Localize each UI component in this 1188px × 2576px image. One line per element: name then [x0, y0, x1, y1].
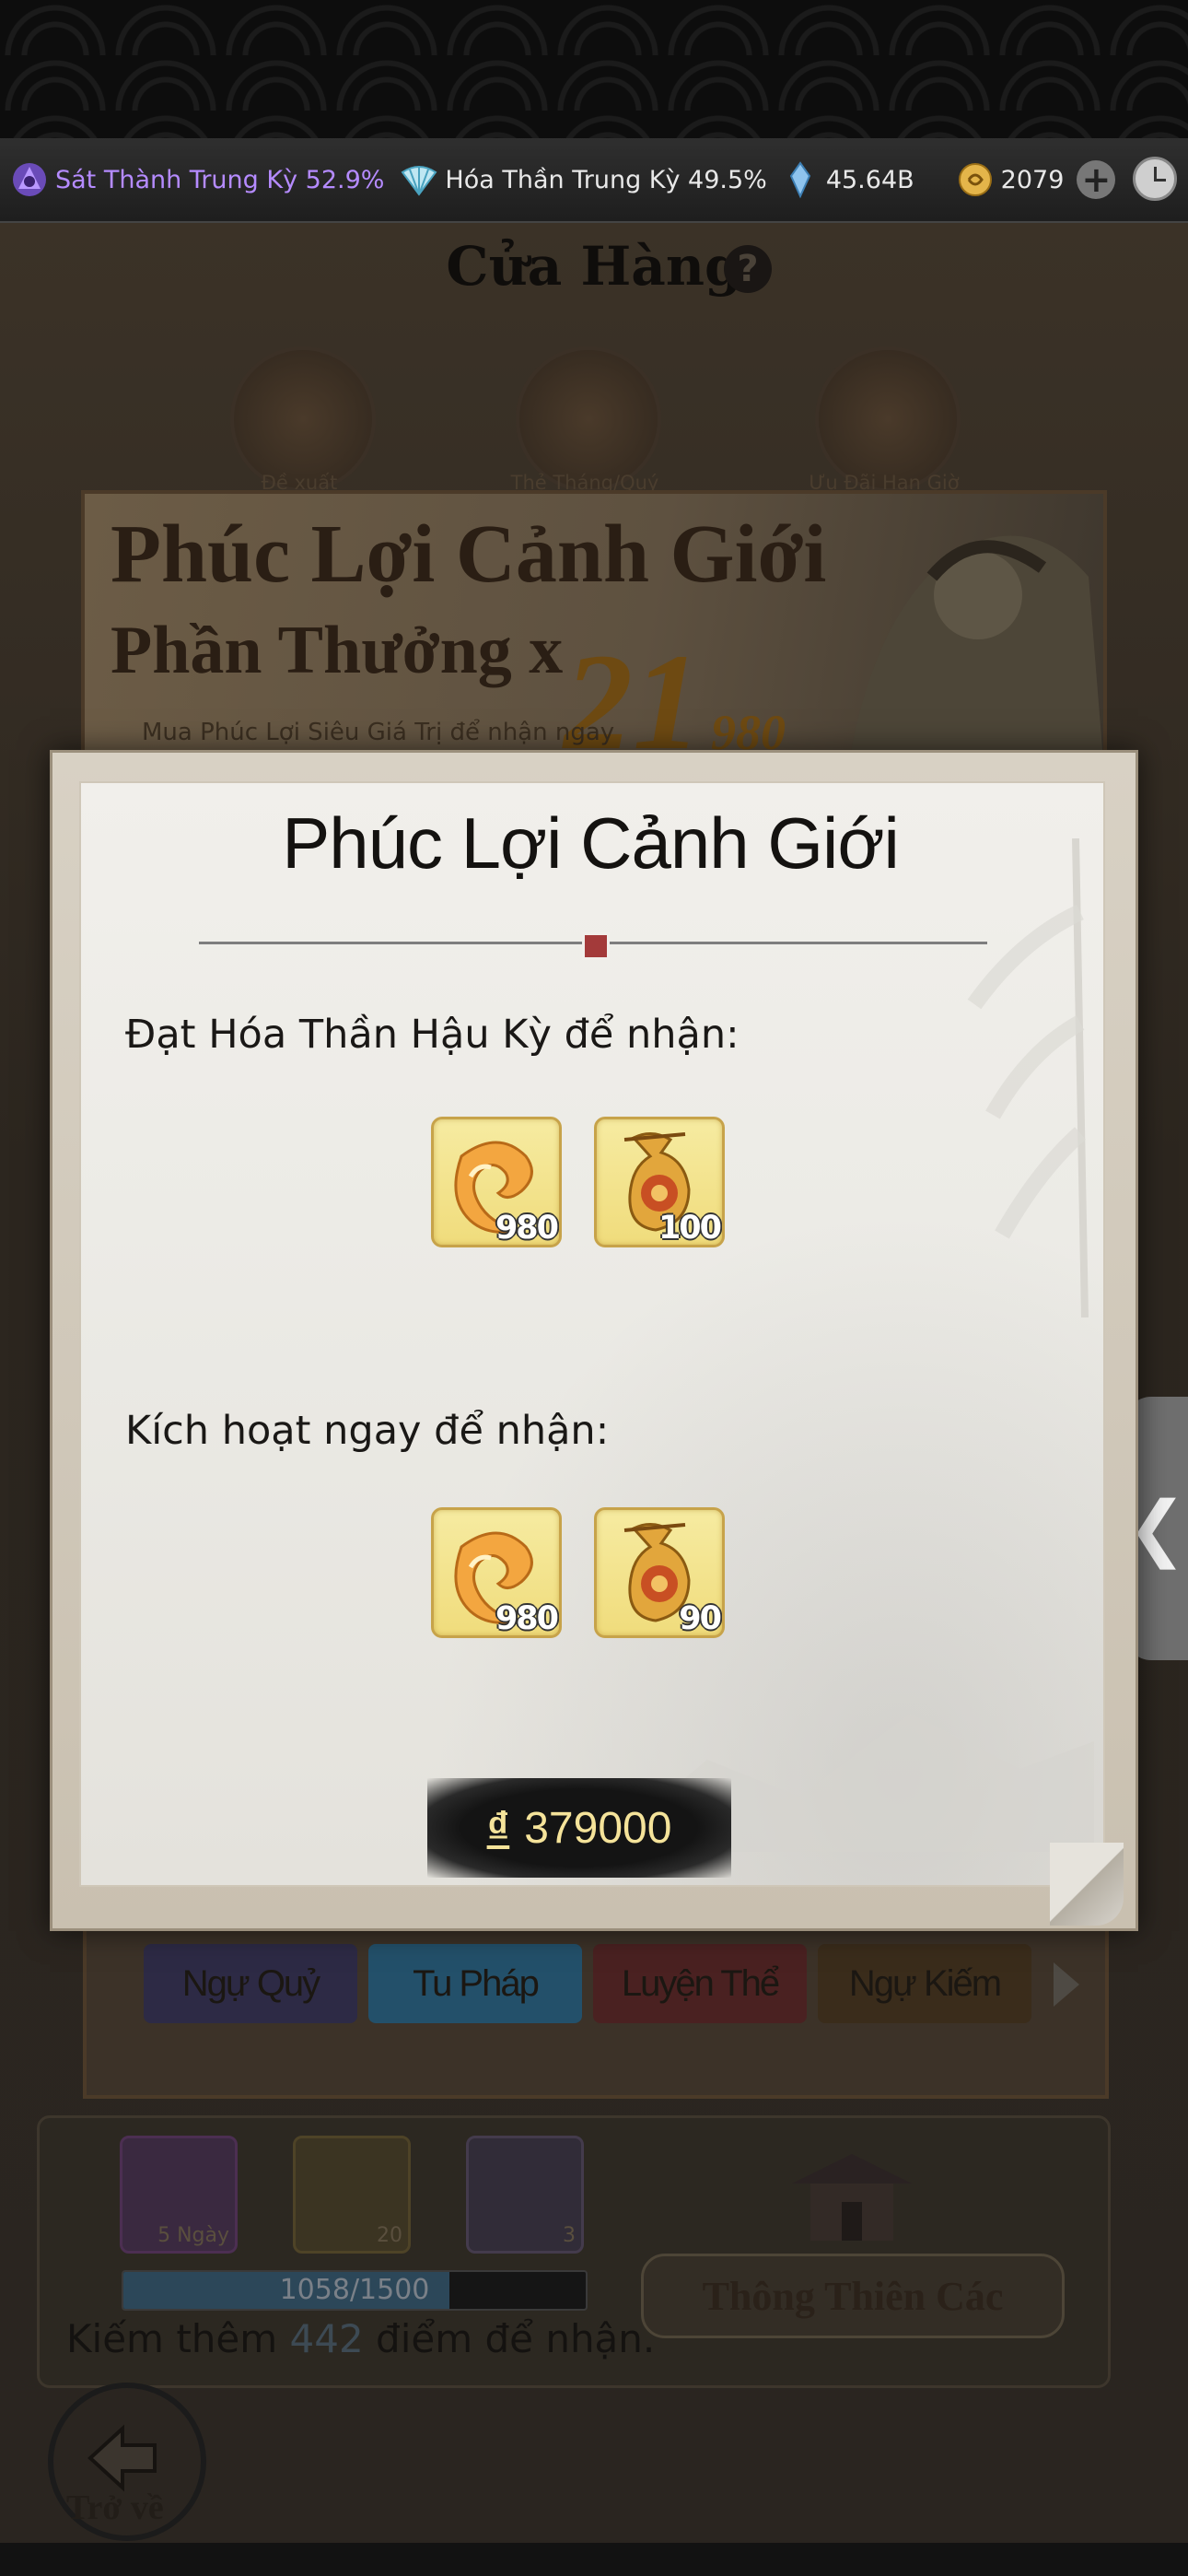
- reward-count: 980: [495, 1600, 559, 1637]
- points-reward-stone-icon[interactable]: 3: [466, 2136, 584, 2254]
- category-tu-phap[interactable]: Tu Pháp: [368, 1944, 582, 2023]
- bottom-decor-pattern: [0, 2543, 1188, 2576]
- reward-item[interactable]: 100: [594, 1117, 725, 1247]
- buy-button[interactable]: ₫ 379000: [427, 1778, 731, 1878]
- help-icon[interactable]: ?: [724, 245, 772, 293]
- points-hint: Kiếm thêm 442 điểm để nhận.: [66, 2316, 655, 2361]
- seal-icon: [582, 932, 610, 960]
- back-arrow-icon: [87, 2424, 157, 2492]
- banner-reward-line: Phần Thưởng x: [111, 613, 564, 688]
- realm2-text: Hóa Thần Trung Kỳ 49.5%: [445, 165, 767, 194]
- currency-symbol: ₫: [486, 1803, 510, 1853]
- section2-label: Kích hoạt ngay để nhận:: [125, 1408, 610, 1454]
- clock-icon[interactable]: [1133, 157, 1177, 201]
- page-curl-decor: [1050, 1843, 1124, 1926]
- points-reward-count: 20: [377, 2224, 402, 2247]
- category-luyen-the[interactable]: Luyện Thể: [593, 1944, 807, 2023]
- top-decor-pattern: [0, 0, 1188, 138]
- crystal-resource[interactable]: 45.64B: [780, 159, 914, 200]
- back-label: Trở về: [66, 2488, 164, 2527]
- realm1-text: Sát Thành Trung Kỳ 52.9%: [55, 165, 385, 194]
- reward-count: 980: [495, 1210, 559, 1247]
- shop-title: Cửa Hàng: [446, 235, 742, 298]
- bamboo-decor: [967, 838, 1089, 1317]
- reward-item[interactable]: 980: [431, 1507, 562, 1638]
- points-number: 442: [289, 2316, 364, 2361]
- character-art-icon: [849, 535, 1103, 761]
- category-ngu-kiem[interactable]: Ngự Kiếm: [818, 1944, 1031, 2023]
- points-suffix: điểm để nhận.: [363, 2316, 656, 2361]
- thong-thien-cac-button[interactable]: Thông Thiên Các: [641, 2254, 1065, 2338]
- realm2-resource[interactable]: Hóa Thần Trung Kỳ 49.5%: [399, 159, 767, 200]
- price-value: 379000: [524, 1803, 672, 1853]
- points-reward-chest-icon[interactable]: 5 Ngày: [120, 2136, 238, 2254]
- crystal-value: 45.64B: [825, 165, 914, 194]
- category-ngu-quy[interactable]: Ngự Quỷ: [144, 1944, 357, 2023]
- fan-icon: [401, 166, 437, 196]
- coin-icon: [958, 163, 992, 196]
- tab-limited-offer-icon[interactable]: [815, 346, 961, 492]
- progress-text: 1058/1500: [279, 2274, 430, 2306]
- chevron-right-icon[interactable]: [1046, 1957, 1087, 2012]
- crystal-icon: [789, 161, 810, 199]
- reward-count: 90: [679, 1600, 722, 1637]
- demon-realm-icon: [13, 163, 46, 196]
- section1-label: Đạt Hóa Thần Hậu Kỳ để nhận:: [125, 1012, 740, 1058]
- reward-item[interactable]: 90: [594, 1507, 725, 1638]
- pavilion-icon: [792, 2154, 912, 2241]
- banner-title: Phúc Lợi Cảnh Giới: [111, 509, 827, 600]
- tab-recommend-icon[interactable]: [230, 346, 376, 492]
- reward-count: 100: [658, 1210, 722, 1247]
- points-reward-gourd-icon[interactable]: 20: [293, 2136, 411, 2254]
- coin-value: 2079: [1000, 165, 1065, 194]
- points-prefix: Kiếm thêm: [66, 2316, 290, 2361]
- add-coin-button[interactable]: +: [1077, 160, 1116, 199]
- tab-monthly-card-icon[interactable]: [516, 346, 661, 492]
- points-reward-count: 5 Ngày: [157, 2224, 229, 2247]
- reward-item[interactable]: 980: [431, 1117, 562, 1247]
- banner-subtitle: Mua Phúc Lợi Siêu Giá Trị để nhận ngay: [142, 719, 615, 746]
- points-reward-count: 3: [563, 2224, 576, 2247]
- modal-title: Phúc Lợi Cảnh Giới: [282, 802, 900, 884]
- realm1-resource[interactable]: Sát Thành Trung Kỳ 52.9%: [9, 159, 384, 200]
- coin-resource[interactable]: 2079 +: [955, 159, 1116, 200]
- welfare-banner[interactable]: Phúc Lợi Cảnh Giới Phần Thưởng x 21 Mua …: [81, 490, 1107, 765]
- points-progress-bar: 1058/1500: [122, 2270, 588, 2311]
- resource-bar: Sát Thành Trung Kỳ 52.9% Hóa Thần Trung …: [0, 138, 1188, 223]
